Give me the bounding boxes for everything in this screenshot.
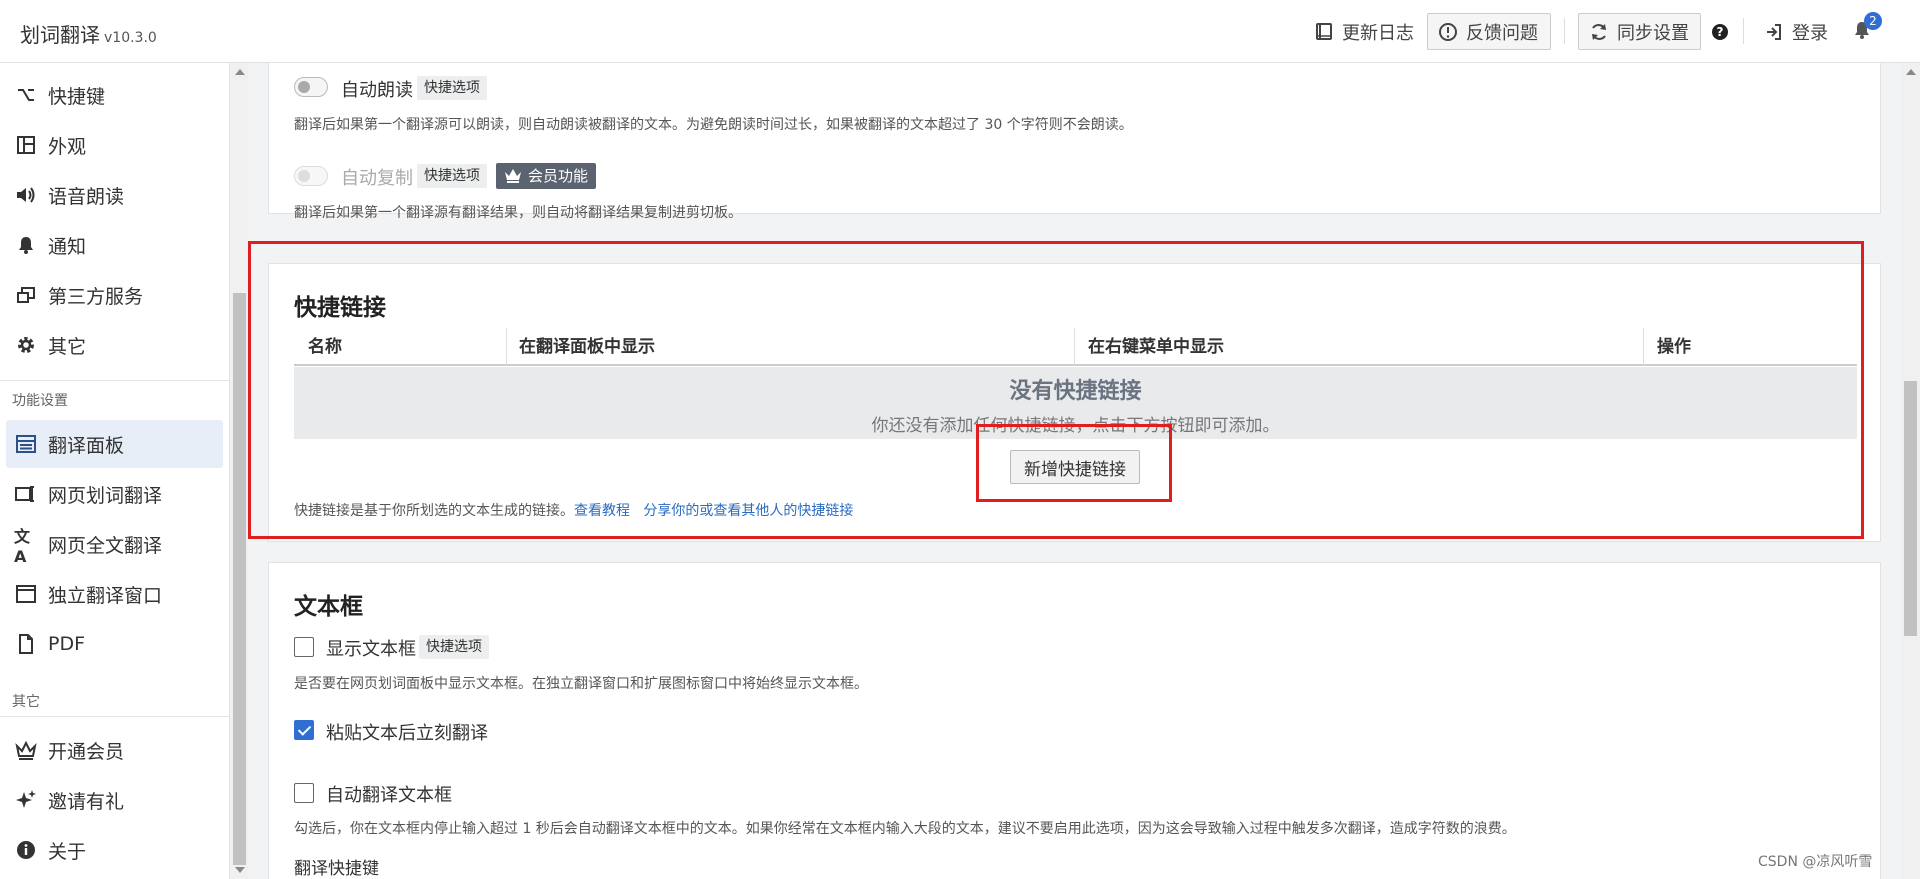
sidebar-scroll-thumb[interactable] bbox=[233, 293, 246, 865]
auto-copy-label: 自动复制 bbox=[341, 168, 413, 189]
alert-circle-icon bbox=[1438, 22, 1458, 42]
group-label-features: 功能设置 bbox=[12, 393, 68, 409]
sidebar-item-translate-panel[interactable]: 翻译面板 bbox=[6, 420, 223, 468]
file-icon bbox=[14, 632, 38, 656]
book-icon bbox=[1314, 22, 1334, 42]
scroll-down-arrow-icon[interactable] bbox=[235, 867, 245, 873]
sidebar-item-web-select[interactable]: 网页划词翻译 bbox=[6, 470, 223, 518]
content-scrollbar[interactable] bbox=[1901, 63, 1920, 879]
column-name: 名称 bbox=[308, 337, 342, 357]
sidebar-item-pdf[interactable]: PDF bbox=[6, 620, 223, 668]
show-textbox-label: 显示文本框 bbox=[326, 639, 416, 660]
info-icon bbox=[14, 838, 38, 862]
sync-icon bbox=[1589, 22, 1609, 42]
auto-read-toggle[interactable] bbox=[294, 77, 328, 97]
question-circle-icon: ? bbox=[1712, 24, 1728, 40]
auto-translate-checkbox[interactable] bbox=[294, 783, 314, 803]
auto-translate-desc: 勾选后，你在文本框内停止输入超过 1 秒后会自动翻译文本框中的文本。如果你经常在… bbox=[294, 821, 1516, 837]
sidebar-item-invite[interactable]: 邀请有礼 bbox=[6, 776, 223, 824]
member-feature-tag: 会员功能 bbox=[496, 163, 597, 189]
empty-state-title: 没有快捷链接 bbox=[1009, 379, 1142, 404]
sidebar-item-membership[interactable]: 开通会员 bbox=[6, 726, 223, 774]
quick-links-title: 快捷链接 bbox=[294, 295, 386, 321]
quick-links-footer: 快捷链接是基于你所划选的文本生成的链接。查看教程 分享你的或查看其他人的快捷链接 bbox=[294, 503, 854, 519]
empty-state-subtitle: 你还没有添加任何快捷链接，点击下方按钮即可添加。 bbox=[871, 416, 1280, 436]
watermark: CSDN @凉风听雪 bbox=[1758, 854, 1873, 870]
tutorial-link[interactable]: 查看教程 bbox=[574, 503, 630, 519]
sidebar-item-standalone-window[interactable]: 独立翻译窗口 bbox=[6, 570, 223, 618]
quick-option-tag: 快捷选项 bbox=[419, 635, 489, 659]
translate-shortcut-label: 翻译快捷键 bbox=[294, 859, 379, 879]
help-button[interactable]: ? bbox=[1712, 18, 1728, 46]
sidebar-item-notifications[interactable]: 通知 bbox=[6, 221, 223, 269]
sidebar-item-shortcuts[interactable]: 快捷键 bbox=[6, 71, 223, 119]
show-textbox-desc: 是否要在网页划词面板中显示文本框。在独立翻译窗口和扩展图标窗口中将始终显示文本框… bbox=[294, 676, 868, 692]
column-actions: 操作 bbox=[1657, 337, 1691, 357]
paste-translate-checkbox[interactable] bbox=[294, 720, 314, 740]
top-bar: 划词翻译 v10.3.0 更新日志 反馈问题 同步设置 ? 登录 2 bbox=[0, 0, 1920, 63]
sidebar-divider-2 bbox=[0, 716, 229, 717]
sidebar-item-third-party[interactable]: 第三方服务 bbox=[6, 271, 223, 319]
changelog-link[interactable]: 更新日志 bbox=[1314, 18, 1414, 46]
paste-translate-label: 粘贴文本后立刻翻译 bbox=[326, 723, 488, 744]
translate-icon: 文A bbox=[14, 526, 31, 566]
select-translate-icon bbox=[14, 482, 38, 506]
crown-icon bbox=[504, 168, 522, 184]
scroll-up-arrow-icon[interactable] bbox=[235, 69, 245, 75]
add-quick-link-button[interactable]: 新增快捷链接 bbox=[1010, 450, 1140, 484]
window-icon bbox=[14, 582, 38, 606]
quick-links-empty-state: 没有快捷链接 你还没有添加任何快捷链接，点击下方按钮即可添加。 bbox=[294, 367, 1857, 439]
auto-read-desc: 翻译后如果第一个翻译源可以朗读，则自动朗读被翻译的文本。为避免朗读时间过长，如果… bbox=[294, 117, 1133, 133]
column-divider bbox=[1643, 328, 1644, 366]
app-version: v10.3.0 bbox=[104, 30, 157, 46]
auto-translate-label: 自动翻译文本框 bbox=[326, 785, 452, 806]
scroll-up-arrow-icon[interactable] bbox=[1906, 69, 1916, 75]
sidebar-item-about[interactable]: 关于 bbox=[6, 826, 223, 874]
show-textbox-checkbox[interactable] bbox=[294, 637, 314, 657]
quick-option-tag: 快捷选项 bbox=[417, 164, 487, 188]
windows-icon bbox=[14, 283, 38, 307]
gear-icon bbox=[14, 333, 38, 357]
sidebar-item-tts[interactable]: 语音朗读 bbox=[6, 171, 223, 219]
layout-icon bbox=[14, 133, 38, 157]
speaker-icon bbox=[14, 183, 38, 207]
crown-icon bbox=[14, 738, 38, 762]
quick-option-tag: 快捷选项 bbox=[417, 76, 487, 100]
app-title: 划词翻译 v10.3.0 bbox=[20, 23, 157, 47]
sync-settings-button[interactable]: 同步设置 bbox=[1578, 13, 1701, 50]
auto-copy-desc: 翻译后如果第一个翻译源有翻译结果，则自动将翻译结果复制进剪切板。 bbox=[294, 205, 742, 221]
login-link[interactable]: 登录 bbox=[1764, 18, 1828, 46]
textbox-title: 文本框 bbox=[294, 594, 363, 620]
sidebar-divider bbox=[0, 380, 229, 381]
sidebar-item-appearance[interactable]: 外观 bbox=[6, 121, 223, 169]
quick-links-table-header: 名称 在翻译面板中显示 在右键菜单中显示 操作 bbox=[294, 328, 1857, 366]
auto-read-label: 自动朗读 bbox=[341, 80, 413, 101]
sidebar-item-other-settings[interactable]: 其它 bbox=[6, 321, 223, 369]
column-show-in-context-menu: 在右键菜单中显示 bbox=[1088, 337, 1224, 357]
group-label-other: 其它 bbox=[12, 694, 40, 710]
bell-icon bbox=[14, 233, 38, 257]
header-divider-2 bbox=[1743, 18, 1744, 44]
column-divider bbox=[1074, 328, 1075, 366]
login-icon bbox=[1764, 22, 1784, 42]
sidebar: 快捷键 外观 语音朗读 通知 第三方服务 其它 功能设置 翻译面板 网页划词翻译… bbox=[0, 63, 230, 879]
column-show-in-panel: 在翻译面板中显示 bbox=[519, 337, 655, 357]
feedback-button[interactable]: 反馈问题 bbox=[1427, 13, 1551, 50]
column-divider bbox=[506, 328, 507, 366]
panel-icon bbox=[14, 432, 38, 456]
card-auto-options bbox=[268, 63, 1881, 214]
sidebar-scrollbar[interactable] bbox=[231, 63, 248, 879]
header-divider bbox=[1564, 18, 1565, 44]
sidebar-item-web-full[interactable]: 文A 网页全文翻译 bbox=[6, 520, 223, 568]
share-links-link[interactable]: 分享你的或查看其他人的快捷链接 bbox=[643, 503, 853, 519]
content-scroll-thumb[interactable] bbox=[1904, 381, 1917, 636]
option-key-icon bbox=[14, 83, 38, 107]
auto-copy-toggle[interactable] bbox=[294, 166, 328, 186]
notification-badge: 2 bbox=[1864, 12, 1882, 30]
sparkle-icon bbox=[14, 788, 38, 812]
